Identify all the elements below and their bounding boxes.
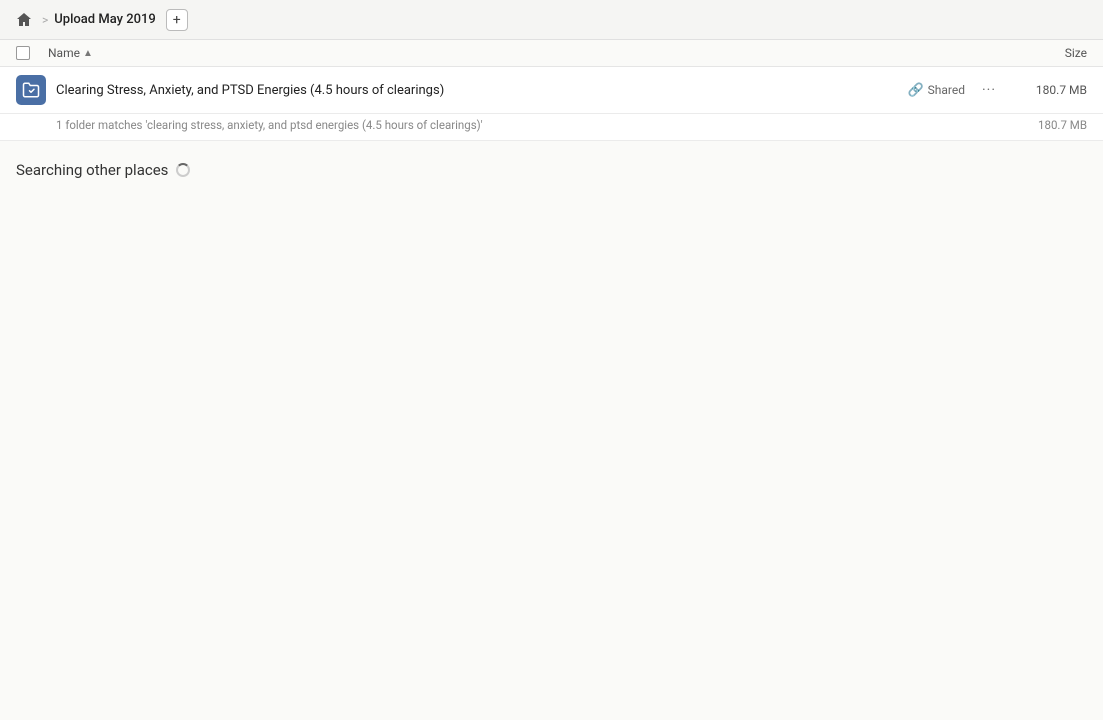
more-options-button[interactable]: ··· bbox=[977, 78, 1001, 102]
size-column-header: Size bbox=[997, 46, 1087, 60]
loading-spinner bbox=[176, 163, 190, 177]
match-info-row: 1 folder matches 'clearing stress, anxie… bbox=[0, 114, 1103, 141]
select-all-checkbox[interactable] bbox=[16, 46, 40, 60]
match-text: 1 folder matches 'clearing stress, anxie… bbox=[56, 118, 483, 132]
searching-section: Searching other places bbox=[0, 141, 1103, 189]
shared-badge: 🔗 Shared bbox=[907, 83, 965, 98]
link-icon: 🔗 bbox=[907, 83, 923, 98]
folder-link-icon bbox=[16, 75, 46, 105]
result-size: 180.7 MB bbox=[1017, 83, 1087, 97]
searching-label: Searching other places bbox=[16, 161, 168, 179]
add-button[interactable]: + bbox=[166, 9, 188, 31]
breadcrumb-title: Upload May 2019 bbox=[54, 12, 156, 27]
sort-arrow-icon: ▲ bbox=[83, 48, 93, 59]
breadcrumb-separator: > bbox=[42, 13, 48, 27]
home-button[interactable] bbox=[12, 8, 36, 32]
match-size: 180.7 MB bbox=[1038, 118, 1087, 132]
table-row[interactable]: Clearing Stress, Anxiety, and PTSD Energ… bbox=[0, 67, 1103, 114]
result-name: Clearing Stress, Anxiety, and PTSD Energ… bbox=[56, 83, 907, 98]
breadcrumb-bar: > Upload May 2019 + bbox=[0, 0, 1103, 40]
table-header: Name ▲ Size bbox=[0, 40, 1103, 67]
name-column-header[interactable]: Name ▲ bbox=[48, 46, 997, 60]
